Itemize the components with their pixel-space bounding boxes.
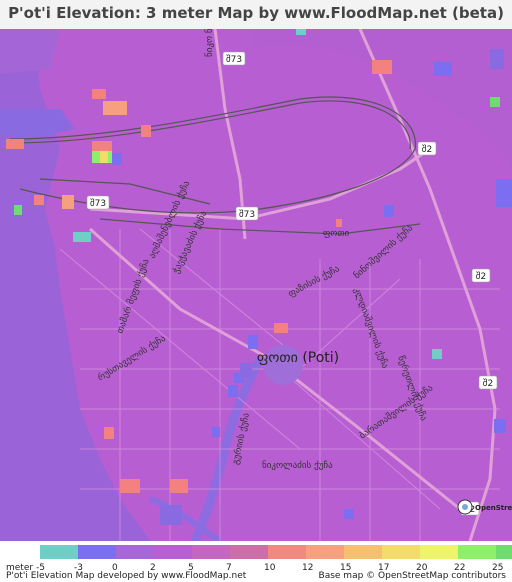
legend-color-scale [40, 545, 512, 559]
legend-swatch [192, 545, 230, 559]
legend-tick-label: 12 [302, 563, 314, 573]
svg-text:შ73: შ73 [226, 54, 242, 65]
svg-text:შ2: შ2 [476, 271, 486, 282]
legend-swatch [496, 545, 512, 559]
route-shield-4: შ2 [417, 141, 437, 156]
route-shield-5: შ2 [471, 268, 491, 283]
legend-swatch [40, 545, 78, 559]
credit-floodmap: P'ot'i Elevation Map developed by www.Fl… [6, 571, 247, 581]
legend-swatch [154, 545, 192, 559]
svg-text:შ73: შ73 [239, 209, 255, 220]
legend-swatch [344, 545, 382, 559]
street-label-nikoladze-south: ნიკოლაძის ქუჩა [262, 460, 333, 471]
svg-text:შ2: შ2 [483, 378, 493, 389]
svg-text:შ2: შ2 [422, 144, 432, 155]
credit-openstreetmap: Base map © OpenStreetMap contributors [318, 571, 506, 581]
legend-swatch [268, 545, 306, 559]
legend-swatch [458, 545, 496, 559]
route-shield-2: შ73 [86, 195, 110, 210]
legend-swatch [306, 545, 344, 559]
legend-swatch [420, 545, 458, 559]
city-label: ფოთი (Poti) [257, 350, 339, 366]
legend-swatch [230, 545, 268, 559]
legend-swatch [382, 545, 420, 559]
route-shield-6: შ2 [478, 375, 498, 390]
legend-tick-label: 10 [264, 563, 276, 573]
street-label-poti-station: ფოთი [323, 229, 350, 239]
svg-text:OpenStreetMap: OpenStreetMap [475, 504, 512, 512]
street-label-nikoladze-north: ნიკო ნიკოლაძის ქუჩა [204, 29, 215, 57]
map-canvas[interactable]: შ73 შ73 შ73 შ2 შ2 შ2 შ2 ფოთი ნიკო ნიკოლა… [0, 29, 512, 541]
legend-swatch [78, 545, 116, 559]
route-shield-3: შ73 [235, 206, 259, 221]
elevation-legend: meter -5 -3 0 2 5 7 10 12 15 17 20 22 25 P'ot'i Elev… [0, 541, 512, 582]
page-title: P'ot'i Elevation: 3 meter Map by www.Flo… [8, 4, 504, 22]
route-shield-1: შ73 [222, 51, 246, 66]
svg-text:შ73: შ73 [90, 198, 106, 209]
elevation-map[interactable]: შ73 შ73 შ73 შ2 შ2 შ2 შ2 ფოთი ნიკო ნიკოლა… [0, 29, 512, 541]
legend-swatch [116, 545, 154, 559]
